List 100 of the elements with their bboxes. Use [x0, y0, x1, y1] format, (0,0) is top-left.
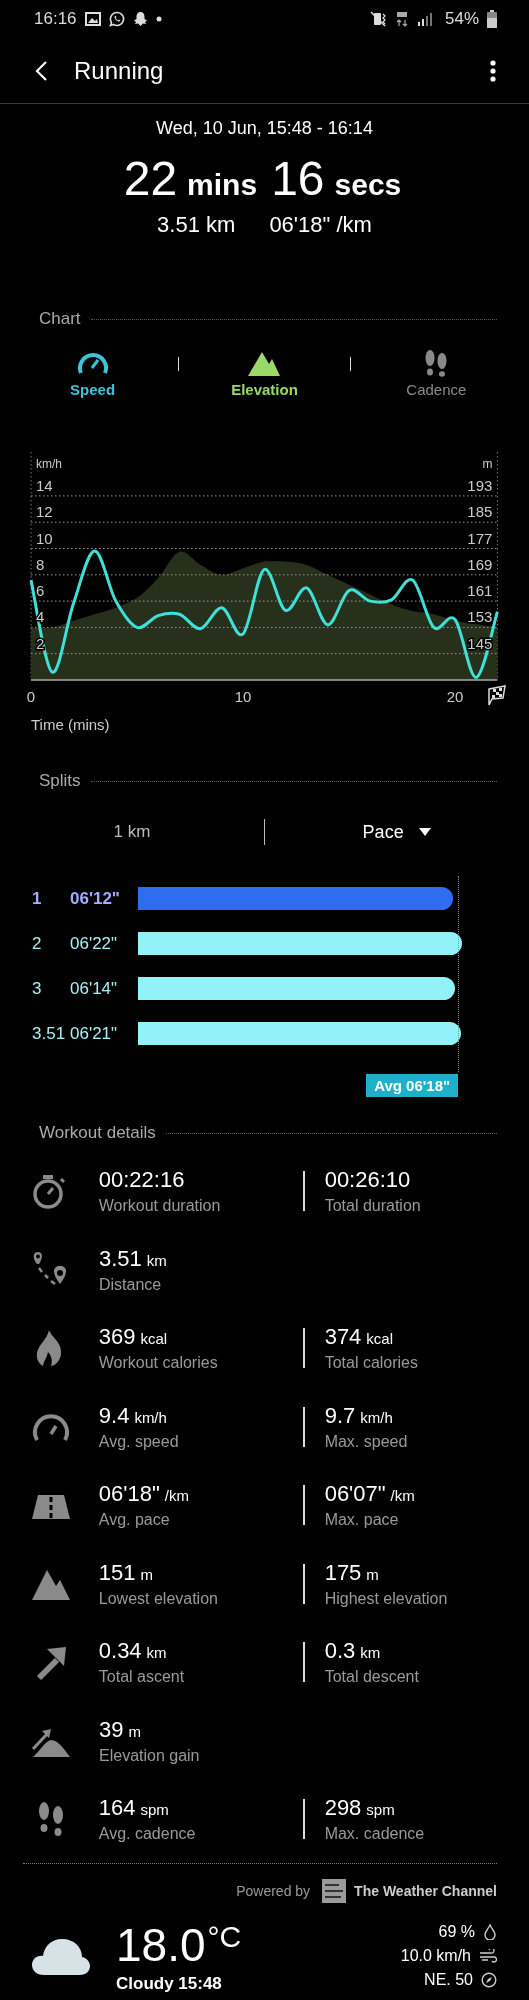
average-pace-tag: Avg 06'18" [366, 1074, 459, 1097]
split-pace: 06'22" [70, 933, 119, 954]
split-number: 3 [32, 978, 43, 999]
page-title: Running [74, 56, 165, 85]
mobile-data-icon [394, 11, 409, 27]
detail-value: 0.34 [98, 1638, 142, 1665]
detail-value: 3.51 [99, 1245, 142, 1272]
axis-unit-label: km/h [36, 457, 62, 471]
wind-speed: 10.0 km/h [400, 1946, 471, 1965]
axis-tick-label: 177 [467, 529, 493, 547]
split-pace: 06'21" [70, 1023, 119, 1044]
detail-value: 9.7 [324, 1402, 356, 1429]
split-metric-dropdown[interactable]: Pace [265, 820, 529, 844]
weather-provider-name: The Weather Channel [354, 1882, 497, 1899]
axis-tick-label: 0 [26, 688, 36, 705]
axis-tick-label: 161 [467, 582, 493, 600]
x-axis-title: Time (mins) [30, 716, 111, 735]
axis-tick-label: 12 [36, 503, 53, 521]
duration-value: 16 [271, 151, 325, 206]
detail-unit: km/h [360, 1408, 393, 1426]
split-pace: 06'14" [70, 978, 119, 999]
duration-value: 22 [123, 151, 178, 206]
detail-label: Distance [99, 1275, 163, 1294]
detail-unit: /km [164, 1487, 189, 1505]
detail-unit: m [366, 1565, 379, 1583]
axis-tick-label: 20 [446, 688, 464, 705]
split-number: 2 [32, 933, 43, 954]
detail-label: Max. pace [324, 1511, 400, 1530]
duration-unit: mins [187, 168, 258, 202]
detail-label: Total calories [324, 1354, 419, 1373]
pace-value: 06'18" /km [269, 212, 372, 238]
vibrate-icon [368, 11, 387, 27]
detail-label: Avg. pace [98, 1511, 171, 1530]
compass-icon [481, 1971, 497, 1988]
temperature: 18.0 [116, 1917, 206, 1972]
detail-unit: km [146, 1644, 167, 1662]
distance-value: 3.51 km [157, 212, 236, 238]
split-pace: 06'12" [70, 888, 121, 909]
detail-label: Avg. speed [98, 1432, 180, 1451]
temperature-unit: °C [207, 1919, 242, 1954]
chart-tab[interactable]: Speed [32, 348, 153, 398]
detail-unit: m [128, 1722, 141, 1740]
detail-unit: km/h [134, 1408, 167, 1426]
split-distance-selector[interactable]: 1 km [0, 821, 264, 843]
detail-unit: spm [366, 1801, 395, 1819]
axis-tick-label: 185 [467, 503, 493, 521]
signal-icon [416, 11, 433, 27]
detail-label: Elevation gain [99, 1746, 201, 1765]
axis-tick-label: 153 [467, 608, 493, 626]
detail-value: 06'18" [98, 1481, 160, 1508]
axis-tick-label: 10 [36, 529, 53, 547]
weather-condition: Cloudy 15:48 [116, 1973, 223, 1994]
section-header: Chart [39, 309, 81, 329]
detail-value: 164 [98, 1795, 136, 1822]
detail-label: Total descent [324, 1668, 420, 1687]
wind-icon [479, 1948, 497, 1963]
battery-icon [487, 10, 497, 28]
finish-flag-icon [488, 685, 506, 706]
detail-value: 00:26:10 [324, 1167, 411, 1194]
detail-label: Workout calories [98, 1354, 219, 1373]
detail-unit: km [360, 1644, 381, 1662]
detail-unit: /km [390, 1487, 415, 1505]
chart-tab[interactable]: Elevation [204, 348, 325, 398]
weather-provider-logo-icon [322, 1878, 347, 1903]
gallery-icon [84, 12, 101, 26]
axis-tick-label: 10 [234, 688, 252, 705]
axis-tick-label: 169 [467, 555, 493, 573]
split-number: 1 [32, 888, 43, 909]
detail-value: 06'07" [324, 1481, 386, 1508]
axis-unit-label: m [482, 457, 493, 471]
workout-date: Wed, 10 Jun, 15:48 - 16:14 [156, 118, 373, 139]
detail-value: 374 [324, 1324, 362, 1351]
detail-label: Workout duration [98, 1197, 222, 1216]
detail-value: 0.3 [324, 1638, 356, 1665]
powered-by-text: Powered by [236, 1882, 311, 1899]
axis-tick-label: 6 [36, 582, 45, 600]
axis-tick-label: 8 [36, 555, 45, 573]
more-options-icon[interactable] [489, 58, 497, 83]
split-number: 3.51 [32, 1023, 67, 1044]
detail-label: Total duration [324, 1197, 422, 1216]
battery-percentage: 54% [444, 9, 479, 29]
detail-unit: m [140, 1565, 153, 1583]
ghost-icon [132, 11, 148, 27]
detail-unit: spm [140, 1801, 169, 1819]
axis-tick-label: 14 [36, 476, 53, 494]
detail-label: Lowest elevation [98, 1589, 219, 1608]
detail-value: 9.4 [98, 1402, 130, 1429]
detail-value: 151 [98, 1559, 136, 1586]
detail-value: 298 [324, 1795, 362, 1822]
detail-label: Highest elevation [324, 1589, 449, 1608]
chart-tab[interactable]: Cadence [376, 348, 497, 398]
detail-label: Total ascent [98, 1668, 186, 1687]
detail-label: Avg. cadence [98, 1825, 197, 1844]
detail-unit: kcal [140, 1330, 168, 1348]
duration-unit: secs [334, 168, 402, 202]
detail-label: Max. speed [324, 1432, 409, 1451]
wind-direction: NE. 50 [424, 1970, 473, 1989]
section-header: Workout details [39, 1123, 156, 1143]
detail-value: 39 [99, 1716, 124, 1743]
status-time: 16:16 [34, 9, 77, 29]
